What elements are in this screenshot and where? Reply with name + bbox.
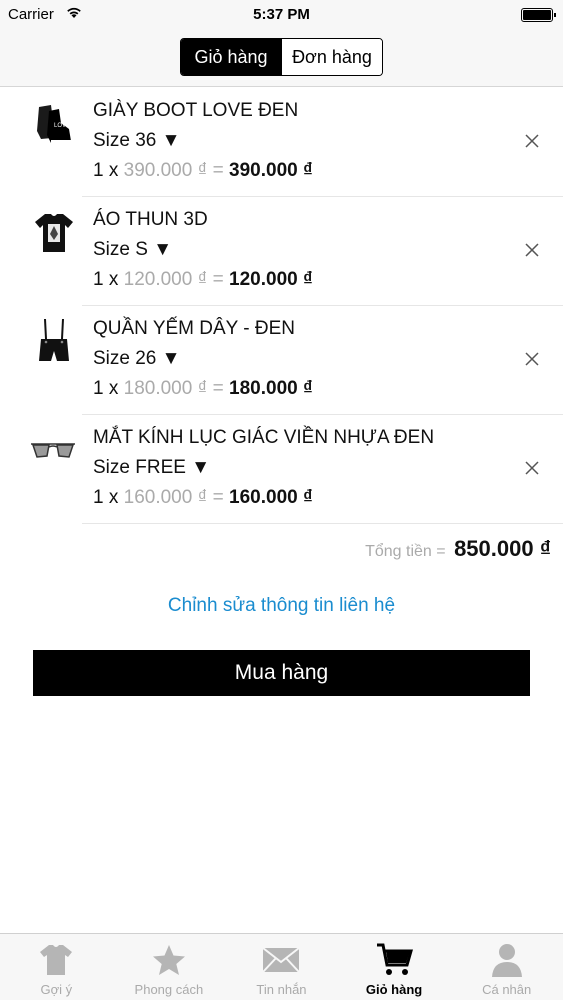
star-icon (151, 940, 187, 980)
unit-price: 180.000 ₫ (123, 378, 208, 399)
cart-total: Tổng tiền = 850.000 ₫ (365, 536, 551, 562)
cart-item[interactable]: QUẦN YẾM DÂY - ĐEN Size 26 ▼ 1 x 180.000… (0, 306, 563, 415)
equals-sign: = (212, 378, 224, 399)
item-name: MẮT KÍNH LỤC GIÁC VIỀN NHỰA ĐEN (93, 427, 435, 448)
buy-button[interactable]: Mua hàng (33, 650, 530, 696)
clock-label: 5:37 PM (253, 6, 310, 23)
edit-contact-link[interactable]: Chỉnh sửa thông tin liên hệ (0, 595, 563, 617)
tshirt-icon (28, 205, 80, 261)
size-selector[interactable]: Size 26 ▼ (93, 348, 180, 370)
divider (82, 523, 563, 524)
tab-label: Cá nhân (482, 982, 532, 997)
item-name: GIÀY BOOT LOVE ĐEN (93, 100, 299, 121)
cart-icon (375, 940, 414, 980)
size-selector[interactable]: Size S ▼ (93, 239, 172, 261)
remove-item-button[interactable] (523, 132, 541, 150)
glasses-icon (28, 423, 80, 479)
quantity[interactable]: 1 x (93, 160, 118, 181)
item-name: ÁO THUN 3D (93, 209, 208, 230)
line-total: 160.000 ₫ (229, 487, 313, 508)
tab-cart[interactable]: Giỏ hàng (181, 39, 281, 75)
tab-suggestions[interactable]: Gợi ý (0, 934, 113, 1000)
remove-item-button[interactable] (523, 241, 541, 259)
close-icon (525, 352, 539, 366)
tab-label: Giỏ hàng (365, 982, 423, 997)
quantity[interactable]: 1 x (93, 487, 118, 508)
boot-icon: LOVE (28, 96, 80, 152)
price-line: 1 x 120.000 ₫ = 120.000 ₫ (93, 269, 313, 291)
remove-item-button[interactable] (523, 459, 541, 477)
tab-bar: Gợi ý Phong cách Tin nhắn Giỏ hàng Cá nh… (0, 933, 563, 1000)
line-total: 180.000 ₫ (229, 378, 313, 399)
svg-text:LOVE: LOVE (54, 123, 70, 129)
segmented-control: Giỏ hàng Đơn hàng (180, 38, 383, 76)
person-icon (490, 940, 524, 980)
equals-sign: = (212, 487, 224, 508)
tab-cart-nav[interactable]: Giỏ hàng (338, 934, 451, 1000)
line-total: 120.000 ₫ (229, 269, 313, 290)
close-icon (525, 243, 539, 257)
quantity[interactable]: 1 x (93, 378, 118, 399)
cart-item[interactable]: MẮT KÍNH LỤC GIÁC VIỀN NHỰA ĐEN Size FRE… (0, 415, 563, 524)
tab-profile[interactable]: Cá nhân (450, 934, 563, 1000)
price-line: 1 x 390.000 ₫ = 390.000 ₫ (93, 160, 313, 182)
size-selector[interactable]: Size 36 ▼ (93, 130, 180, 152)
total-value: 850.000 ₫ (454, 536, 551, 561)
envelope-icon (262, 940, 301, 980)
total-label: Tổng tiền = (365, 543, 446, 560)
tab-messages[interactable]: Tin nhắn (225, 934, 338, 1000)
equals-sign: = (212, 160, 224, 181)
size-selector[interactable]: Size FREE ▼ (93, 457, 210, 479)
quantity[interactable]: 1 x (93, 269, 118, 290)
nav-bar: Giỏ hàng Đơn hàng (0, 30, 563, 87)
unit-price: 160.000 ₫ (123, 487, 208, 508)
tab-label: Gợi ý (40, 982, 73, 997)
tab-label: Phong cách (134, 982, 204, 997)
remove-item-button[interactable] (523, 350, 541, 368)
overalls-icon (28, 314, 80, 370)
tab-label: Tin nhắn (256, 982, 307, 997)
cart-list: LOVE GIÀY BOOT LOVE ĐEN Size 36 ▼ 1 x 39… (0, 88, 563, 524)
tshirt-icon (38, 940, 74, 980)
price-line: 1 x 160.000 ₫ = 160.000 ₫ (93, 487, 313, 509)
status-bar: Carrier 5:37 PM (0, 0, 563, 30)
item-name: QUẦN YẾM DÂY - ĐEN (93, 318, 296, 339)
line-total: 390.000 ₫ (229, 160, 313, 181)
price-line: 1 x 180.000 ₫ = 180.000 ₫ (93, 378, 313, 400)
unit-price: 120.000 ₫ (123, 269, 208, 290)
close-icon (525, 461, 539, 475)
cart-item[interactable]: LOVE GIÀY BOOT LOVE ĐEN Size 36 ▼ 1 x 39… (0, 88, 563, 197)
close-icon (525, 134, 539, 148)
unit-price: 390.000 ₫ (123, 160, 208, 181)
tab-orders[interactable]: Đơn hàng (281, 39, 382, 75)
battery-icon (521, 8, 556, 22)
tab-style[interactable]: Phong cách (113, 934, 226, 1000)
equals-sign: = (212, 269, 224, 290)
cart-item[interactable]: ÁO THUN 3D Size S ▼ 1 x 120.000 ₫ = 120.… (0, 197, 563, 306)
